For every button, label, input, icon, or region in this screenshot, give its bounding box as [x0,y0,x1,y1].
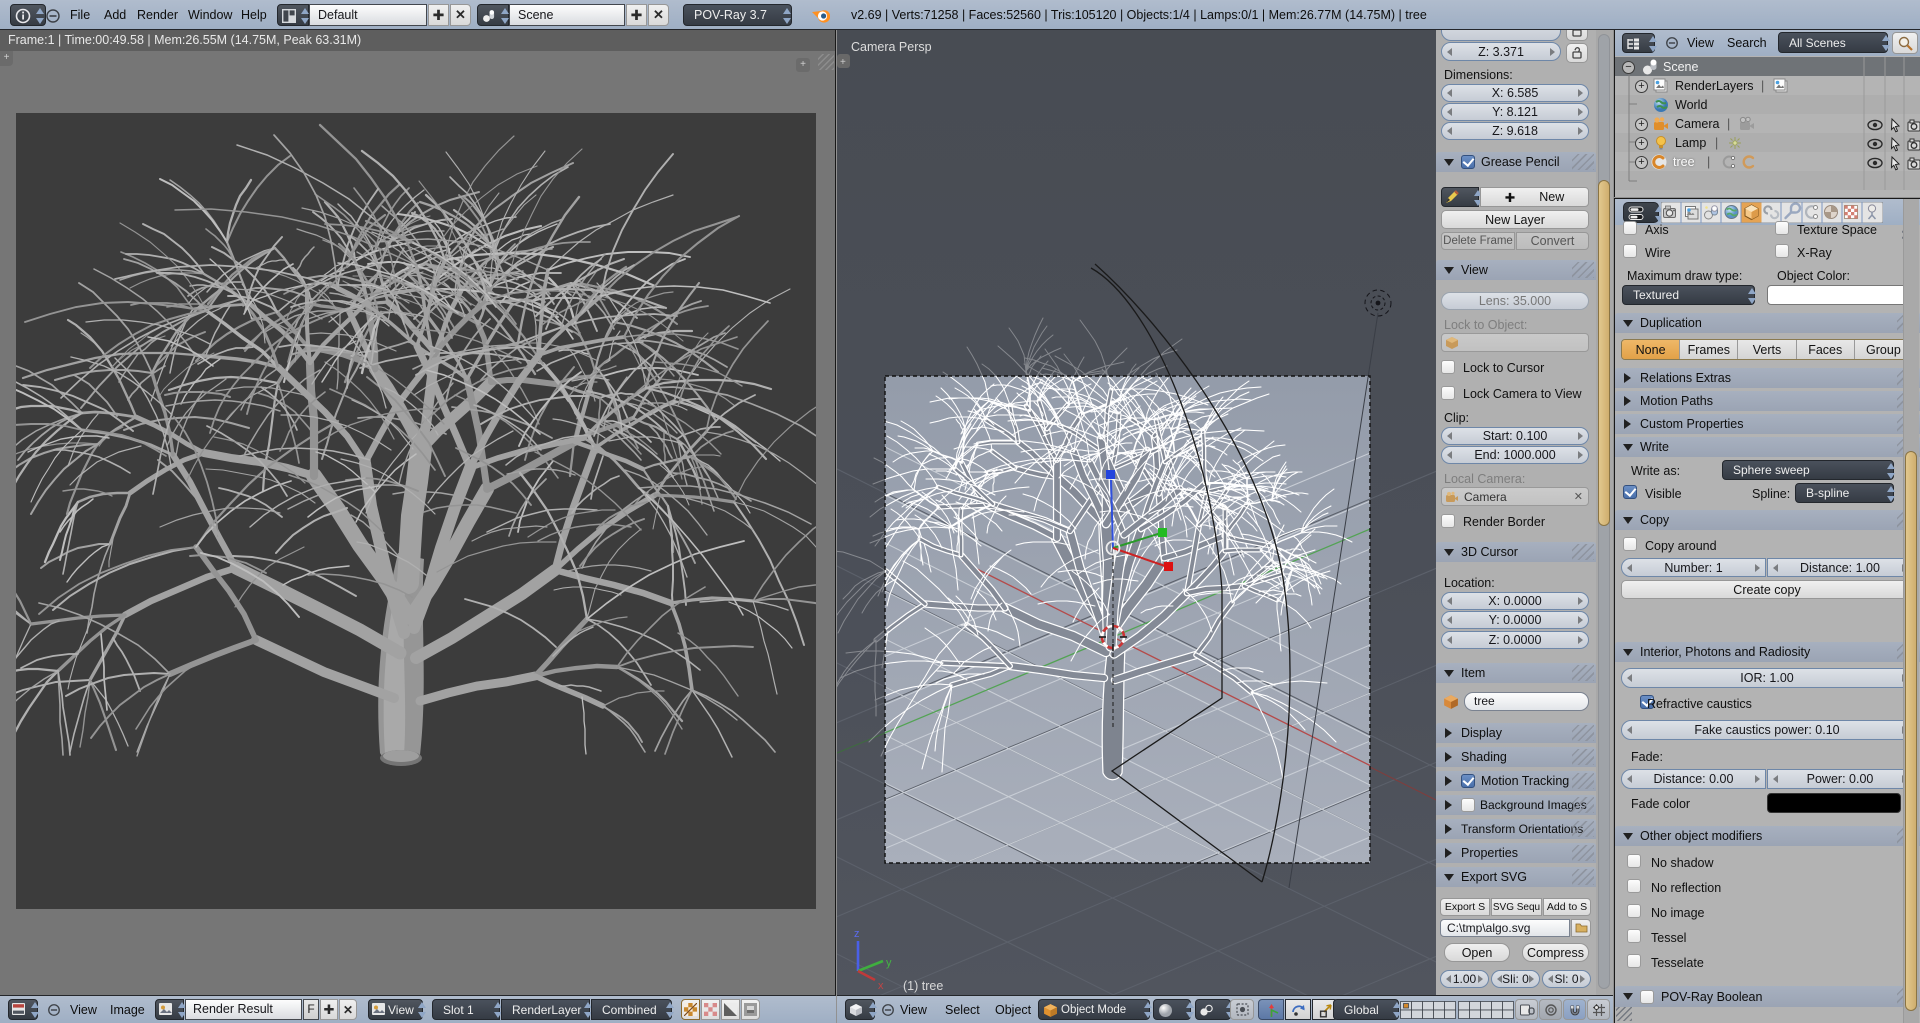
svg-text:+: + [840,57,846,68]
svg-text:z: z [854,928,860,940]
svg-text:(1) tree: (1) tree [903,979,943,993]
svg-text:x: x [878,980,884,992]
svg-text:y: y [886,957,892,969]
svg-text:Camera Persp: Camera Persp [851,40,932,54]
